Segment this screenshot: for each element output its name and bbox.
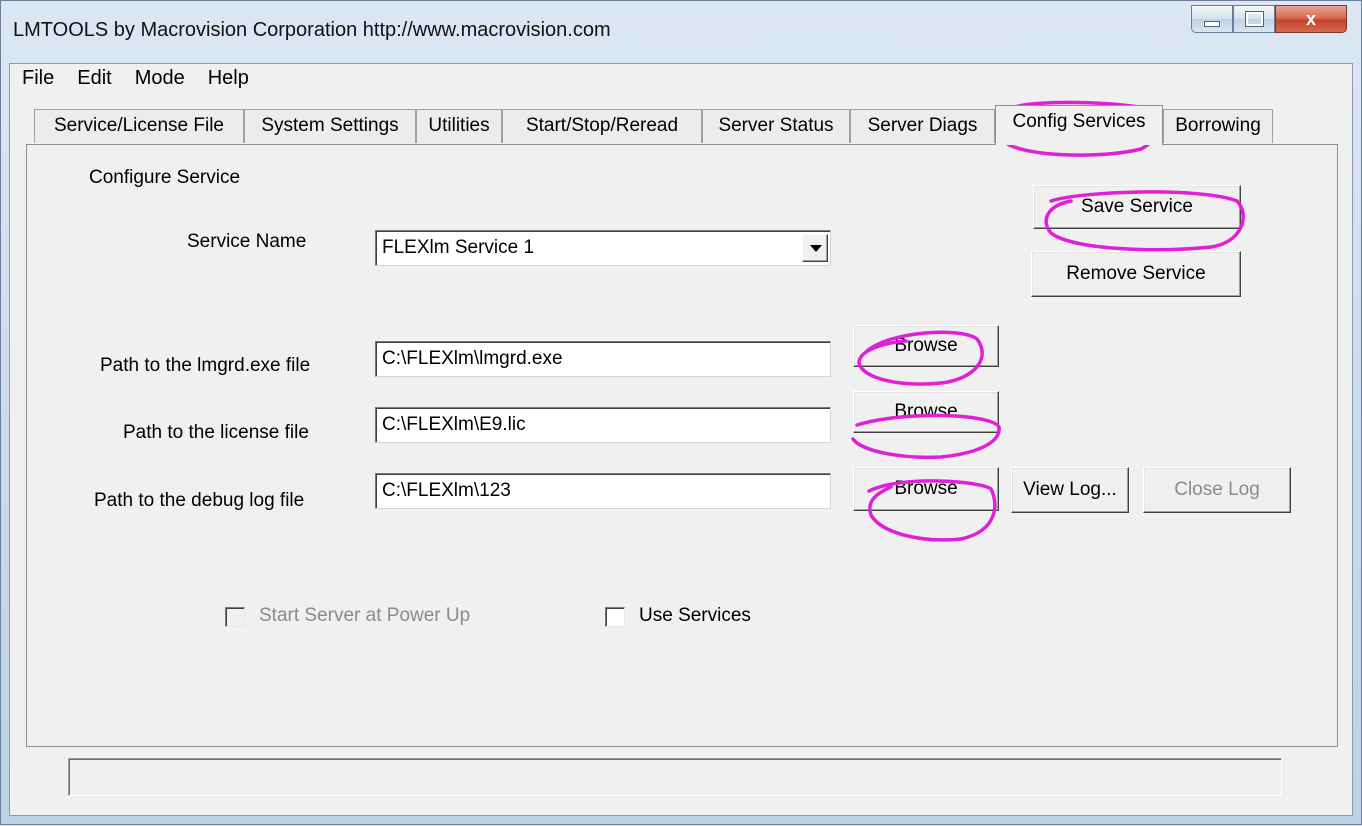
- remove-service-button[interactable]: Remove Service: [1031, 251, 1241, 297]
- debug-log-path-input[interactable]: C:\FLEXlm\123: [375, 473, 831, 509]
- browse-debug-log-button[interactable]: Browse: [853, 467, 999, 511]
- menu-help[interactable]: Help: [196, 64, 260, 94]
- configure-service-label: Configure Service: [89, 167, 241, 188]
- save-service-button[interactable]: Save Service: [1033, 185, 1241, 229]
- menu-file[interactable]: File: [10, 64, 65, 94]
- close-button[interactable]: x: [1275, 5, 1347, 33]
- minimize-icon: [1204, 21, 1220, 27]
- license-path-label: Path to the license file: [123, 422, 309, 443]
- tab-config-services[interactable]: Config Services: [995, 105, 1163, 145]
- tab-start-stop-reread[interactable]: Start/Stop/Reread: [502, 109, 702, 143]
- chevron-down-icon[interactable]: [802, 234, 828, 262]
- browse-lmgrd-button[interactable]: Browse: [853, 325, 999, 367]
- license-path-input[interactable]: C:\FLEXlm\E9.lic: [375, 407, 831, 443]
- lmgrd-path-label: Path to the lmgrd.exe file: [100, 355, 311, 376]
- tab-borrowing[interactable]: Borrowing: [1163, 109, 1273, 143]
- close-log-button: Close Log: [1143, 467, 1291, 513]
- close-icon: x: [1305, 8, 1316, 29]
- tab-server-status[interactable]: Server Status: [702, 109, 850, 143]
- service-name-value: FLEXlm Service 1: [382, 237, 535, 258]
- browse-license-button[interactable]: Browse: [853, 391, 999, 433]
- window-title: LMTOOLS by Macrovision Corporation http:…: [13, 19, 611, 41]
- service-name-combobox[interactable]: FLEXlm Service 1: [375, 230, 831, 266]
- view-log-button[interactable]: View Log...: [1011, 467, 1129, 513]
- client-area: File Edit Mode Help Service/License File…: [9, 63, 1353, 816]
- use-services-label: Use Services: [639, 605, 751, 626]
- start-server-checkbox: [225, 607, 245, 627]
- tab-service-license-file[interactable]: Service/License File: [34, 109, 244, 143]
- start-server-label: Start Server at Power Up: [259, 605, 471, 626]
- debug-log-path-label: Path to the debug log file: [94, 490, 305, 511]
- lmgrd-path-input[interactable]: C:\FLEXlm\lmgrd.exe: [375, 341, 831, 377]
- window-controls: x: [1191, 5, 1347, 35]
- tab-system-settings[interactable]: System Settings: [244, 109, 416, 143]
- tab-utilities[interactable]: Utilities: [416, 109, 502, 143]
- maximize-button[interactable]: [1233, 5, 1275, 33]
- menu-mode[interactable]: Mode: [123, 64, 196, 94]
- maximize-icon: [1244, 11, 1264, 27]
- lmtools-window: LMTOOLS by Macrovision Corporation http:…: [0, 0, 1362, 825]
- minimize-button[interactable]: [1191, 5, 1233, 33]
- use-services-checkbox[interactable]: [605, 607, 625, 627]
- service-name-label: Service Name: [187, 231, 307, 252]
- menu-bar: File Edit Mode Help: [10, 64, 1352, 94]
- status-bar: [68, 758, 1282, 796]
- menu-edit[interactable]: Edit: [65, 64, 122, 94]
- config-services-panel: Configure Service Service Name FLEXlm Se…: [26, 144, 1338, 747]
- title-bar[interactable]: LMTOOLS by Macrovision Corporation http:…: [1, 1, 1361, 63]
- tab-server-diags[interactable]: Server Diags: [850, 109, 995, 143]
